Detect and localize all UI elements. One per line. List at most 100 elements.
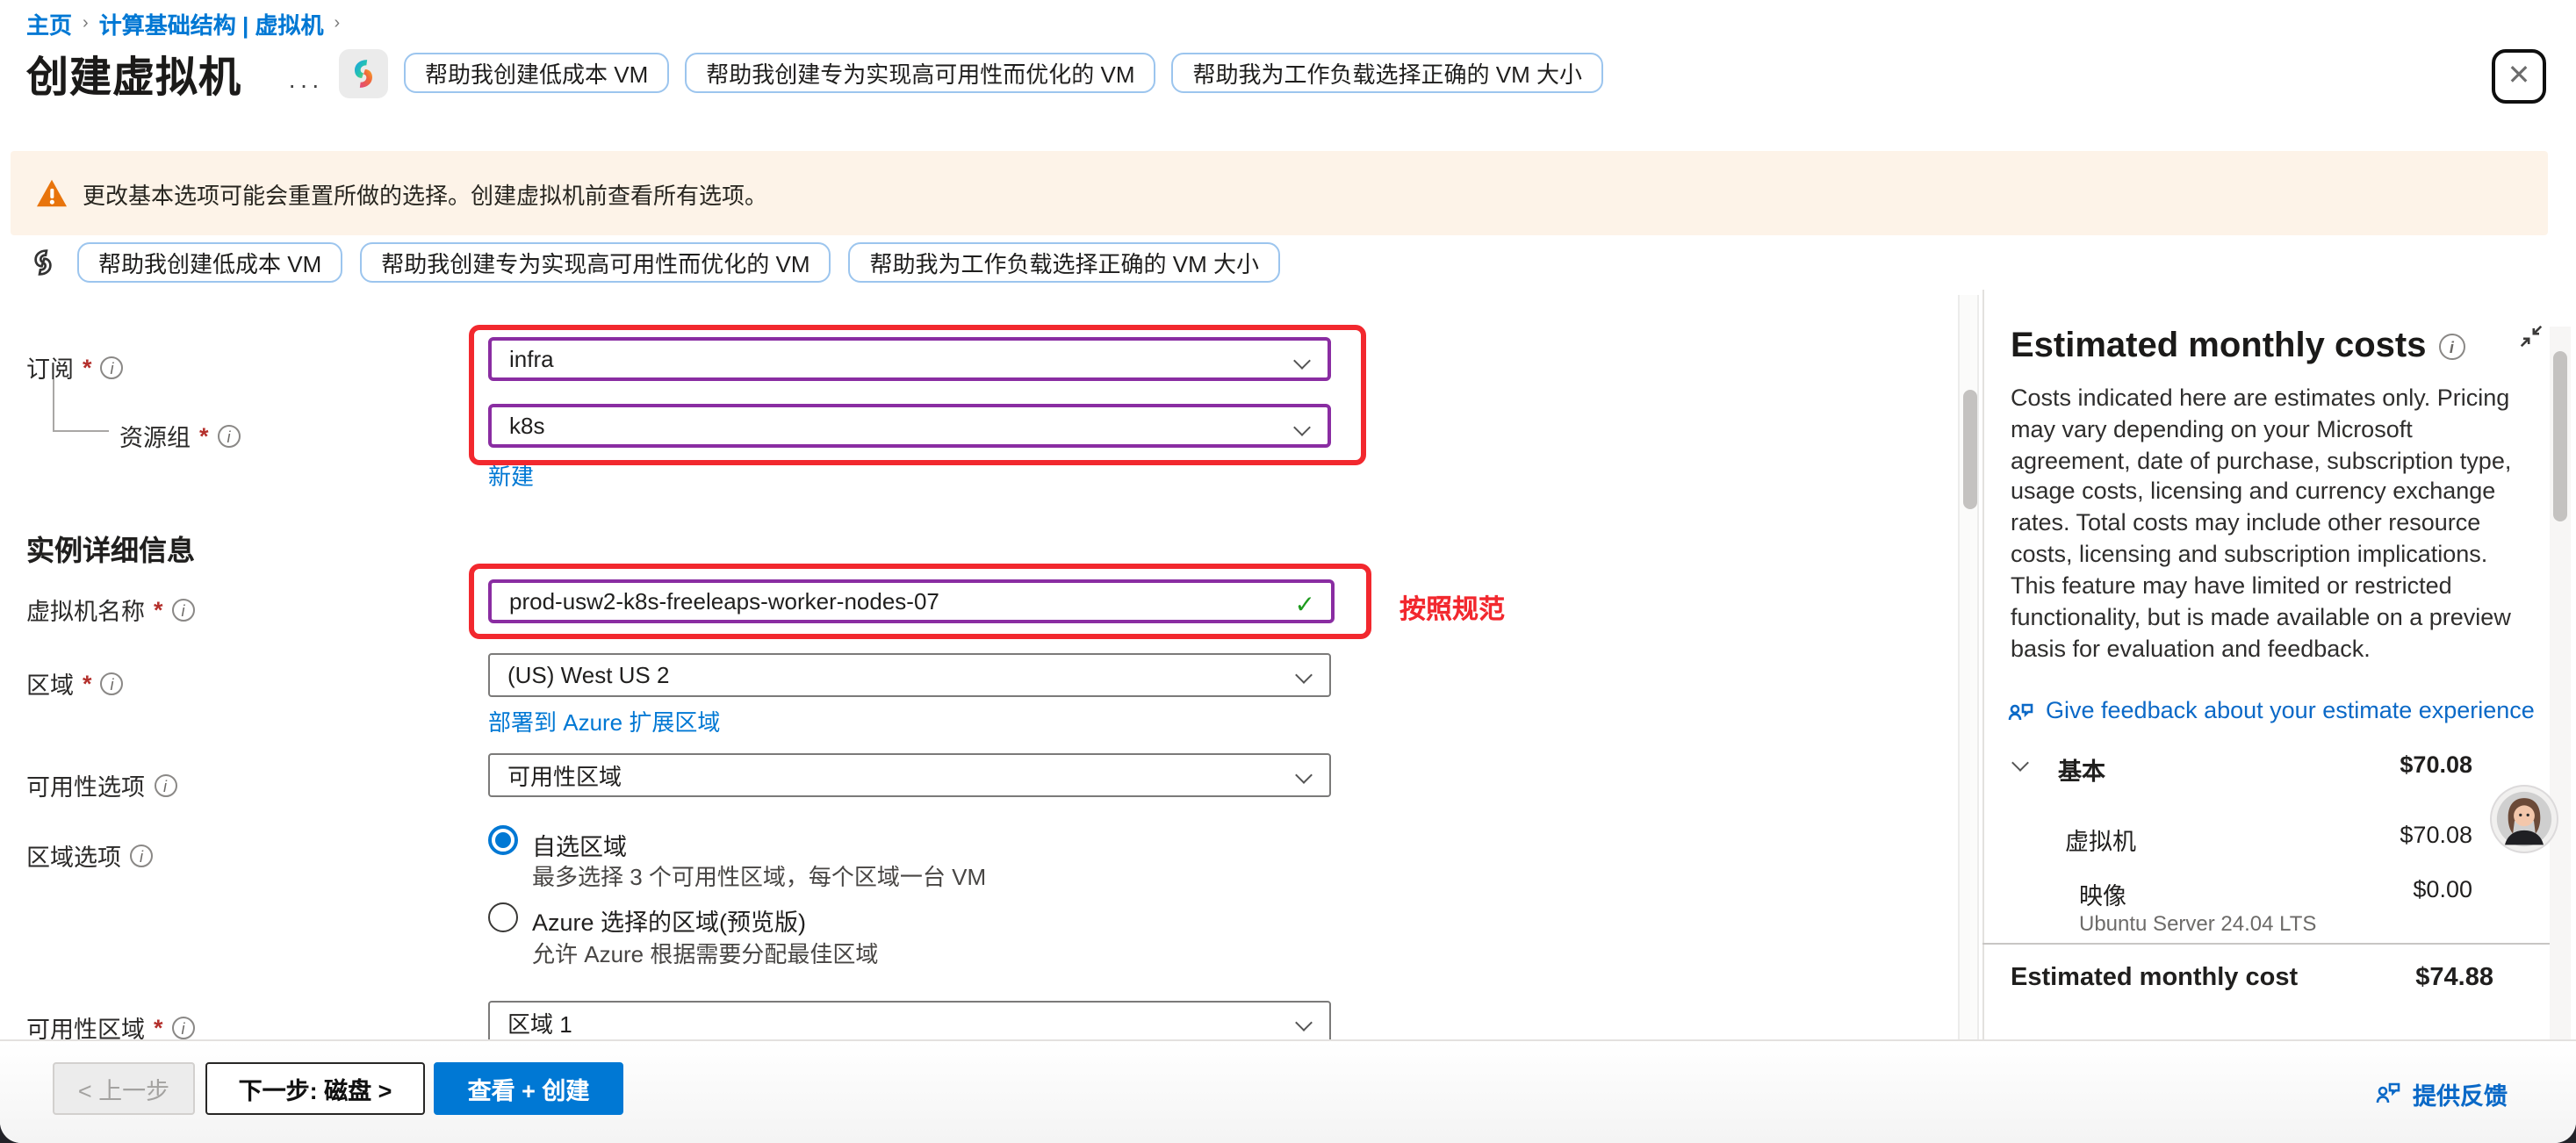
create-new-resource-group-link[interactable]: 新建	[488, 458, 534, 492]
info-icon[interactable]: i	[172, 1016, 195, 1039]
annotation-note: 按照规范	[1400, 590, 1505, 627]
provide-feedback-text: 提供反馈	[2413, 1076, 2508, 1111]
region-dropdown[interactable]: (US) West US 2	[488, 653, 1331, 697]
availability-zones-value: 区域 1	[507, 1006, 572, 1039]
breadcrumb-section-link[interactable]: 计算基础结构 | 虚拟机	[99, 7, 324, 40]
chevron-down-icon	[1293, 352, 1311, 370]
chevron-down-icon	[1295, 766, 1313, 784]
warning-banner: 更改基本选项可能会重置所做的选择。创建虚拟机前查看所有选项。	[11, 151, 2548, 235]
cost-row-name: 映像	[2079, 876, 2126, 911]
tree-connector	[53, 430, 109, 432]
radio-azure-selected-zones[interactable]	[488, 902, 518, 932]
cost-group-amount: $70.08	[2335, 751, 2472, 778]
collapse-panel-icon[interactable]	[2518, 323, 2544, 349]
copilot-suggestions-top: 帮助我创建低成本 VM 帮助我创建专为实现高可用性而优化的 VM 帮助我为工作负…	[404, 53, 1603, 93]
resource-group-label: 资源组 * i	[119, 418, 241, 453]
main-scrollbar[interactable]	[1958, 295, 1979, 1039]
deploy-extended-zone-link[interactable]: 部署到 Azure 扩展区域	[488, 704, 720, 737]
info-icon[interactable]: i	[154, 773, 176, 796]
required-asterisk: *	[154, 596, 163, 622]
availability-options-label-text: 可用性选项	[26, 767, 145, 802]
vm-name-input[interactable]: prod-usw2-k8s-freeleaps-worker-nodes-07 …	[488, 579, 1335, 623]
copilot-suggestion-low-cost[interactable]: 帮助我创建低成本 VM	[77, 242, 342, 283]
warning-text: 更改基本选项可能会重置所做的选择。创建虚拟机前查看所有选项。	[83, 176, 767, 210]
subscription-value: infra	[509, 346, 554, 372]
resource-group-value: k8s	[509, 413, 544, 439]
required-asterisk: *	[154, 1014, 163, 1040]
footer-bar: < 上一步 下一步: 磁盘 > 查看 + 创建 提供反馈	[0, 1039, 2576, 1143]
chevron-down-icon	[1295, 1014, 1313, 1032]
resource-group-dropdown[interactable]: k8s	[488, 404, 1331, 448]
next-disks-button[interactable]: 下一步: 磁盘 >	[205, 1062, 425, 1115]
subscription-dropdown[interactable]: infra	[488, 337, 1331, 381]
feedback-icon	[2007, 699, 2035, 727]
radio-self-selected-zones-desc: 最多选择 3 个可用性区域，每个区域一台 VM	[532, 859, 986, 892]
info-icon[interactable]: i	[2438, 334, 2464, 360]
chevron-down-icon	[1295, 666, 1313, 684]
availability-zones-dropdown[interactable]: 区域 1	[488, 1001, 1331, 1045]
region-label: 区域 * i	[26, 665, 124, 701]
provide-feedback-link[interactable]: 提供反馈	[2374, 1076, 2508, 1111]
cost-total-label: Estimated monthly cost	[2011, 964, 2298, 992]
region-label-text: 区域	[26, 665, 74, 701]
copilot-suggestion-high-availability[interactable]: 帮助我创建专为实现高可用性而优化的 VM	[685, 53, 1155, 93]
cost-panel-title-text: Estimated monthly costs	[2011, 327, 2426, 367]
radio-self-selected-zones-title: 自选区域	[532, 827, 627, 862]
copilot-suggestion-vm-size[interactable]: 帮助我为工作负载选择正确的 VM 大小	[849, 242, 1280, 283]
estimate-feedback-link[interactable]: Give feedback about your estimate experi…	[2046, 695, 2555, 726]
availability-options-value: 可用性区域	[507, 758, 622, 792]
availability-options-label: 可用性选项 i	[26, 767, 176, 802]
copilot-suggestion-high-availability[interactable]: 帮助我创建专为实现高可用性而优化的 VM	[360, 242, 831, 283]
feedback-icon	[2374, 1080, 2402, 1108]
info-icon[interactable]: i	[101, 672, 124, 694]
more-menu-button[interactable]: ···	[288, 70, 323, 98]
subscription-label: 订阅 * i	[26, 349, 124, 385]
close-icon: ✕	[2508, 62, 2531, 90]
cost-row-amount: $70.08	[2335, 822, 2472, 848]
vm-name-label-text: 虚拟机名称	[26, 592, 145, 627]
copilot-button[interactable]	[339, 49, 388, 98]
required-asterisk: *	[83, 670, 92, 696]
breadcrumb: 主页 › 计算基础结构 | 虚拟机 ›	[26, 7, 340, 40]
valid-check-icon: ✓	[1295, 590, 1315, 620]
copilot-suggestion-low-cost[interactable]: 帮助我创建低成本 VM	[404, 53, 669, 93]
zone-options-label-text: 区域选项	[26, 837, 121, 873]
previous-button[interactable]: < 上一步	[53, 1062, 195, 1115]
radio-self-selected-zones[interactable]	[488, 825, 518, 855]
required-asterisk: *	[83, 354, 92, 380]
avatar-image	[2495, 790, 2553, 848]
subscription-label-text: 订阅	[26, 349, 74, 385]
required-asterisk: *	[199, 422, 209, 449]
cost-row-amount: $0.00	[2335, 876, 2472, 902]
cost-panel-title: Estimated monthly costs i	[2011, 327, 2464, 367]
info-icon[interactable]: i	[172, 598, 195, 621]
presence-avatar[interactable]	[2492, 787, 2557, 852]
cost-panel-scrollbar[interactable]	[2550, 327, 2571, 1039]
chevron-down-icon[interactable]	[2011, 754, 2029, 772]
info-icon[interactable]: i	[218, 424, 241, 447]
copilot-icon	[346, 56, 381, 91]
cost-group-name: 基本	[2058, 751, 2105, 787]
vm-name-label: 虚拟机名称 * i	[26, 592, 195, 627]
breadcrumb-separator-icon: ›	[334, 14, 340, 33]
copilot-suggestions-inline: 帮助我创建低成本 VM 帮助我创建专为实现高可用性而优化的 VM 帮助我为工作负…	[77, 242, 1280, 283]
cost-panel-scrollbar-thumb[interactable]	[2552, 351, 2566, 521]
copilot-suggestion-vm-size[interactable]: 帮助我为工作负载选择正确的 VM 大小	[1172, 53, 1603, 93]
cost-total-amount: $74.88	[2353, 964, 2493, 992]
create-vm-blade: 主页 › 计算基础结构 | 虚拟机 › 创建虚拟机 ··· 帮助我创建低成本 V…	[0, 0, 2576, 1143]
cost-row-subtext: Ubuntu Server 24.04 LTS	[2079, 911, 2316, 936]
panel-divider	[1982, 290, 1984, 1039]
close-button[interactable]: ✕	[2492, 49, 2546, 104]
breadcrumb-separator-icon: ›	[83, 14, 89, 33]
cost-panel-description: Costs indicated here are estimates only.…	[2011, 383, 2537, 665]
availability-options-dropdown[interactable]: 可用性区域	[488, 753, 1331, 797]
chevron-down-icon	[1293, 419, 1311, 436]
main-scrollbar-thumb[interactable]	[1962, 390, 1976, 509]
resource-group-label-text: 资源组	[119, 418, 191, 453]
info-icon[interactable]: i	[101, 356, 124, 378]
region-value: (US) West US 2	[507, 662, 669, 688]
review-create-button[interactable]: 查看 + 创建	[434, 1062, 623, 1115]
info-icon[interactable]: i	[130, 844, 153, 866]
page-title: 创建虚拟机	[26, 42, 241, 104]
breadcrumb-home-link[interactable]: 主页	[26, 7, 72, 40]
